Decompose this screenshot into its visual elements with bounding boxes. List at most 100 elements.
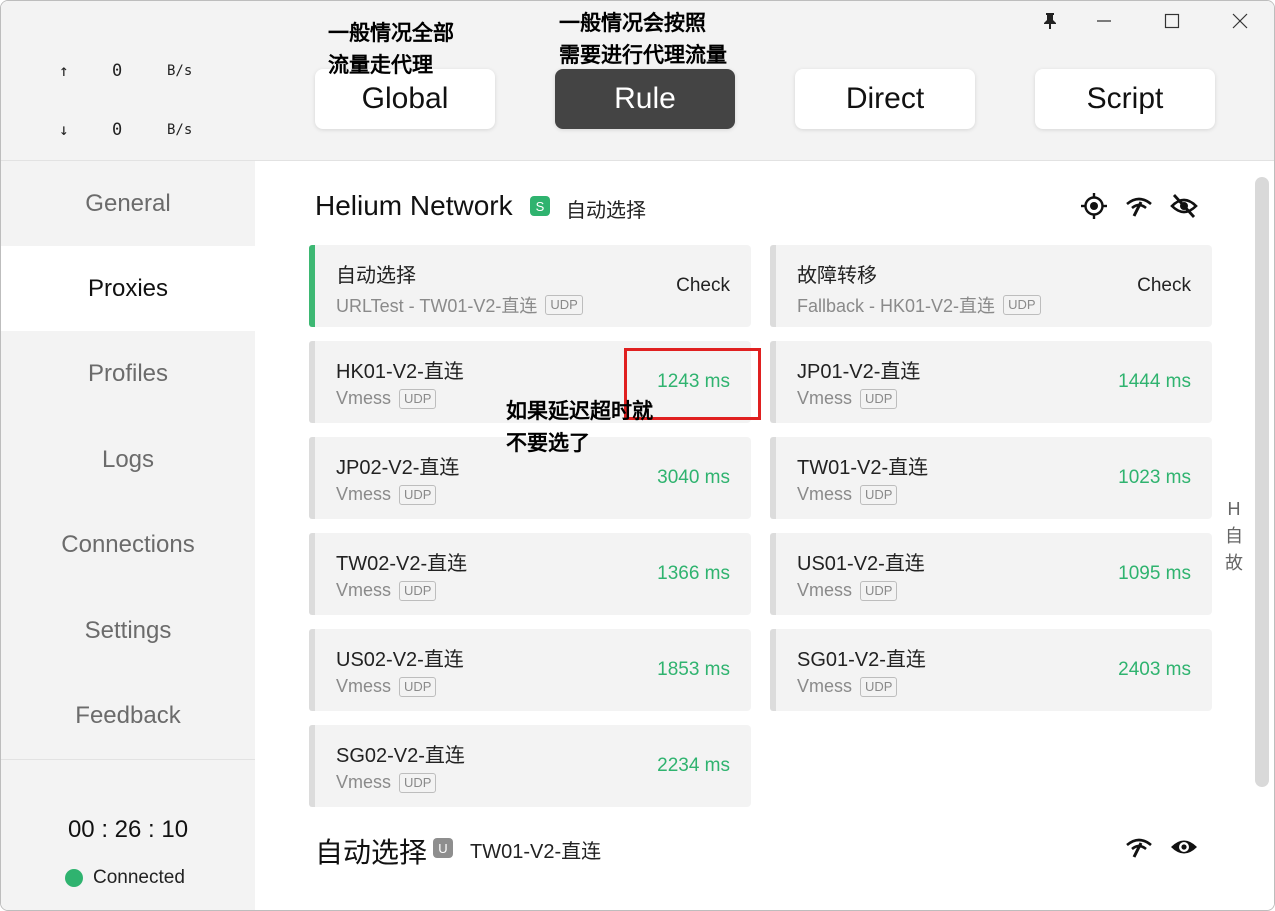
group-type-badge: S bbox=[530, 196, 550, 216]
speed-test-icon[interactable] bbox=[1124, 832, 1154, 862]
locate-icon[interactable] bbox=[1079, 191, 1109, 221]
card-indicator bbox=[309, 533, 315, 615]
group-index-item[interactable]: 故 bbox=[1223, 550, 1245, 577]
sidebar-item-profiles[interactable]: Profiles bbox=[1, 331, 255, 416]
download-value: 0 bbox=[112, 120, 123, 140]
card-indicator bbox=[770, 341, 776, 423]
proxy-card[interactable]: SG02-V2-直连 Vmess UDP 2234 ms bbox=[309, 725, 751, 807]
proxy-subtitle: Vmess UDP bbox=[797, 484, 898, 505]
annotation-line: 一般情况会按照 bbox=[559, 10, 706, 35]
connection-status-label: Connected bbox=[93, 867, 185, 888]
minimize-icon[interactable] bbox=[1070, 1, 1138, 41]
proxy-card[interactable]: US02-V2-直连 Vmess UDP 1853 ms bbox=[309, 629, 751, 711]
speed-test-icon[interactable] bbox=[1124, 191, 1154, 221]
proxy-name: US02-V2-直连 bbox=[336, 649, 464, 671]
udp-badge: UDP bbox=[860, 676, 898, 697]
sidebar-item-settings[interactable]: Settings bbox=[1, 588, 255, 673]
sidebar-item-connections[interactable]: Connections bbox=[1, 502, 255, 587]
card-indicator bbox=[770, 437, 776, 519]
selected-indicator bbox=[309, 245, 315, 327]
proxy-card[interactable]: SG01-V2-直连 Vmess UDP 2403 ms bbox=[770, 629, 1212, 711]
annotation-line: 如果延迟超时就 bbox=[506, 398, 653, 423]
sidebar-item-feedback[interactable]: Feedback bbox=[1, 673, 255, 758]
mode-rule-button[interactable]: Rule bbox=[555, 69, 735, 129]
card-indicator bbox=[770, 245, 776, 327]
proxy-delay[interactable]: 1853 ms bbox=[657, 659, 730, 681]
proxy-delay[interactable]: 1444 ms bbox=[1118, 371, 1191, 393]
card-indicator bbox=[770, 629, 776, 711]
proxy-delay[interactable]: 2403 ms bbox=[1118, 659, 1191, 681]
proxy-delay[interactable]: 3040 ms bbox=[657, 467, 730, 489]
annotation-line: 一般情况全部 bbox=[328, 20, 454, 45]
proxy-card[interactable]: JP01-V2-直连 Vmess UDP 1444 ms bbox=[770, 341, 1212, 423]
proxy-subtitle: Vmess UDP bbox=[336, 388, 437, 409]
group-type-badge: U bbox=[433, 838, 453, 858]
proxy-subtitle: Vmess UDP bbox=[336, 676, 437, 697]
download-unit: B/s bbox=[167, 122, 193, 138]
group-index-item[interactable]: H bbox=[1223, 496, 1245, 523]
pin-icon[interactable] bbox=[1030, 1, 1070, 41]
check-button[interactable]: Check bbox=[1137, 275, 1191, 297]
udp-badge: UDP bbox=[399, 772, 437, 793]
proxy-name: JP02-V2-直连 bbox=[336, 457, 460, 479]
proxy-name: TW02-V2-直连 bbox=[336, 553, 468, 575]
group-current-proxy: 自动选择 bbox=[566, 200, 646, 222]
mode-direct-button[interactable]: Direct bbox=[795, 69, 975, 129]
mode-script-button[interactable]: Script bbox=[1035, 69, 1215, 129]
proxy-delay[interactable]: 1023 ms bbox=[1118, 467, 1191, 489]
scrollbar[interactable] bbox=[1255, 177, 1269, 787]
proxy-name: 自动选择 bbox=[336, 265, 416, 287]
app-window: ↑ 0 B/s ↓ 0 B/s Proxies General Profiles… bbox=[0, 0, 1275, 911]
proxy-name: 故障转移 bbox=[797, 265, 877, 287]
proxy-card[interactable]: TW02-V2-直连 Vmess UDP 1366 ms bbox=[309, 533, 751, 615]
eye-icon[interactable] bbox=[1169, 832, 1199, 862]
eye-off-icon[interactable] bbox=[1169, 191, 1199, 221]
sidebar-item-profiles-bg: Profiles bbox=[1, 331, 255, 416]
proxy-type: Vmess bbox=[797, 484, 853, 504]
maximize-icon[interactable] bbox=[1138, 1, 1206, 41]
proxy-type: Vmess bbox=[797, 388, 853, 408]
proxy-subtitle: Vmess UDP bbox=[336, 772, 437, 793]
proxy-delay[interactable]: 1095 ms bbox=[1118, 563, 1191, 585]
download-row: ↓ 0 B/s bbox=[1, 120, 255, 140]
sidebar-item-logs[interactable]: Logs bbox=[1, 417, 255, 502]
proxy-group-title: 自动选择 bbox=[315, 837, 428, 868]
group-index-item[interactable]: 自 bbox=[1223, 523, 1245, 550]
annotation-global-note: 一般情况全部 流量走代理 bbox=[328, 17, 454, 81]
proxy-type: Vmess bbox=[336, 772, 392, 792]
udp-badge: UDP bbox=[399, 484, 437, 505]
proxy-subtitle: Vmess UDP bbox=[336, 484, 437, 505]
download-arrow-icon: ↓ bbox=[59, 120, 69, 139]
proxy-card[interactable]: 自动选择 URLTest - TW01-V2-直连 UDP Check bbox=[309, 245, 751, 327]
proxies-panel: Helium Network S 自动选择 自动选择 URLTest - TW0… bbox=[255, 161, 1274, 910]
proxy-card[interactable]: TW01-V2-直连 Vmess UDP 1023 ms bbox=[770, 437, 1212, 519]
proxy-name: HK01-V2-直连 bbox=[336, 361, 464, 383]
scrollbar-thumb[interactable] bbox=[1255, 177, 1269, 787]
check-button[interactable]: Check bbox=[676, 275, 730, 297]
sidebar: ↑ 0 B/s ↓ 0 B/s Proxies General Profiles… bbox=[1, 1, 255, 910]
proxy-type: Fallback - HK01-V2-直连 bbox=[797, 296, 996, 316]
proxy-card[interactable]: 故障转移 Fallback - HK01-V2-直连 UDP Check bbox=[770, 245, 1212, 327]
proxy-subtitle: Fallback - HK01-V2-直连 UDP bbox=[797, 292, 1041, 318]
card-indicator bbox=[770, 533, 776, 615]
proxy-card[interactable]: US01-V2-直连 Vmess UDP 1095 ms bbox=[770, 533, 1212, 615]
proxy-type: Vmess bbox=[336, 676, 392, 696]
annotation-rule-note: 一般情况会按照 需要进行代理流量 bbox=[559, 7, 727, 71]
proxy-delay[interactable]: 1366 ms bbox=[657, 563, 730, 585]
close-icon[interactable] bbox=[1206, 1, 1274, 41]
sidebar-item-proxies[interactable]: Proxies bbox=[1, 246, 255, 331]
udp-badge: UDP bbox=[399, 676, 437, 697]
group-current-proxy: TW01-V2-直连 bbox=[470, 841, 602, 863]
proxy-delay[interactable]: 2234 ms bbox=[657, 755, 730, 777]
udp-badge: UDP bbox=[860, 580, 898, 601]
sidebar-item-general-bg: General bbox=[1, 161, 255, 246]
sidebar-divider-bottom bbox=[1, 759, 255, 760]
card-indicator bbox=[309, 725, 315, 807]
proxy-type: Vmess bbox=[797, 580, 853, 600]
sidebar-item-general[interactable]: General bbox=[1, 161, 255, 246]
proxy-type: Vmess bbox=[336, 580, 392, 600]
upload-value: 0 bbox=[112, 61, 123, 81]
card-indicator bbox=[309, 629, 315, 711]
annotation-line: 需要进行代理流量 bbox=[559, 42, 727, 67]
proxy-type: Vmess bbox=[336, 388, 392, 408]
